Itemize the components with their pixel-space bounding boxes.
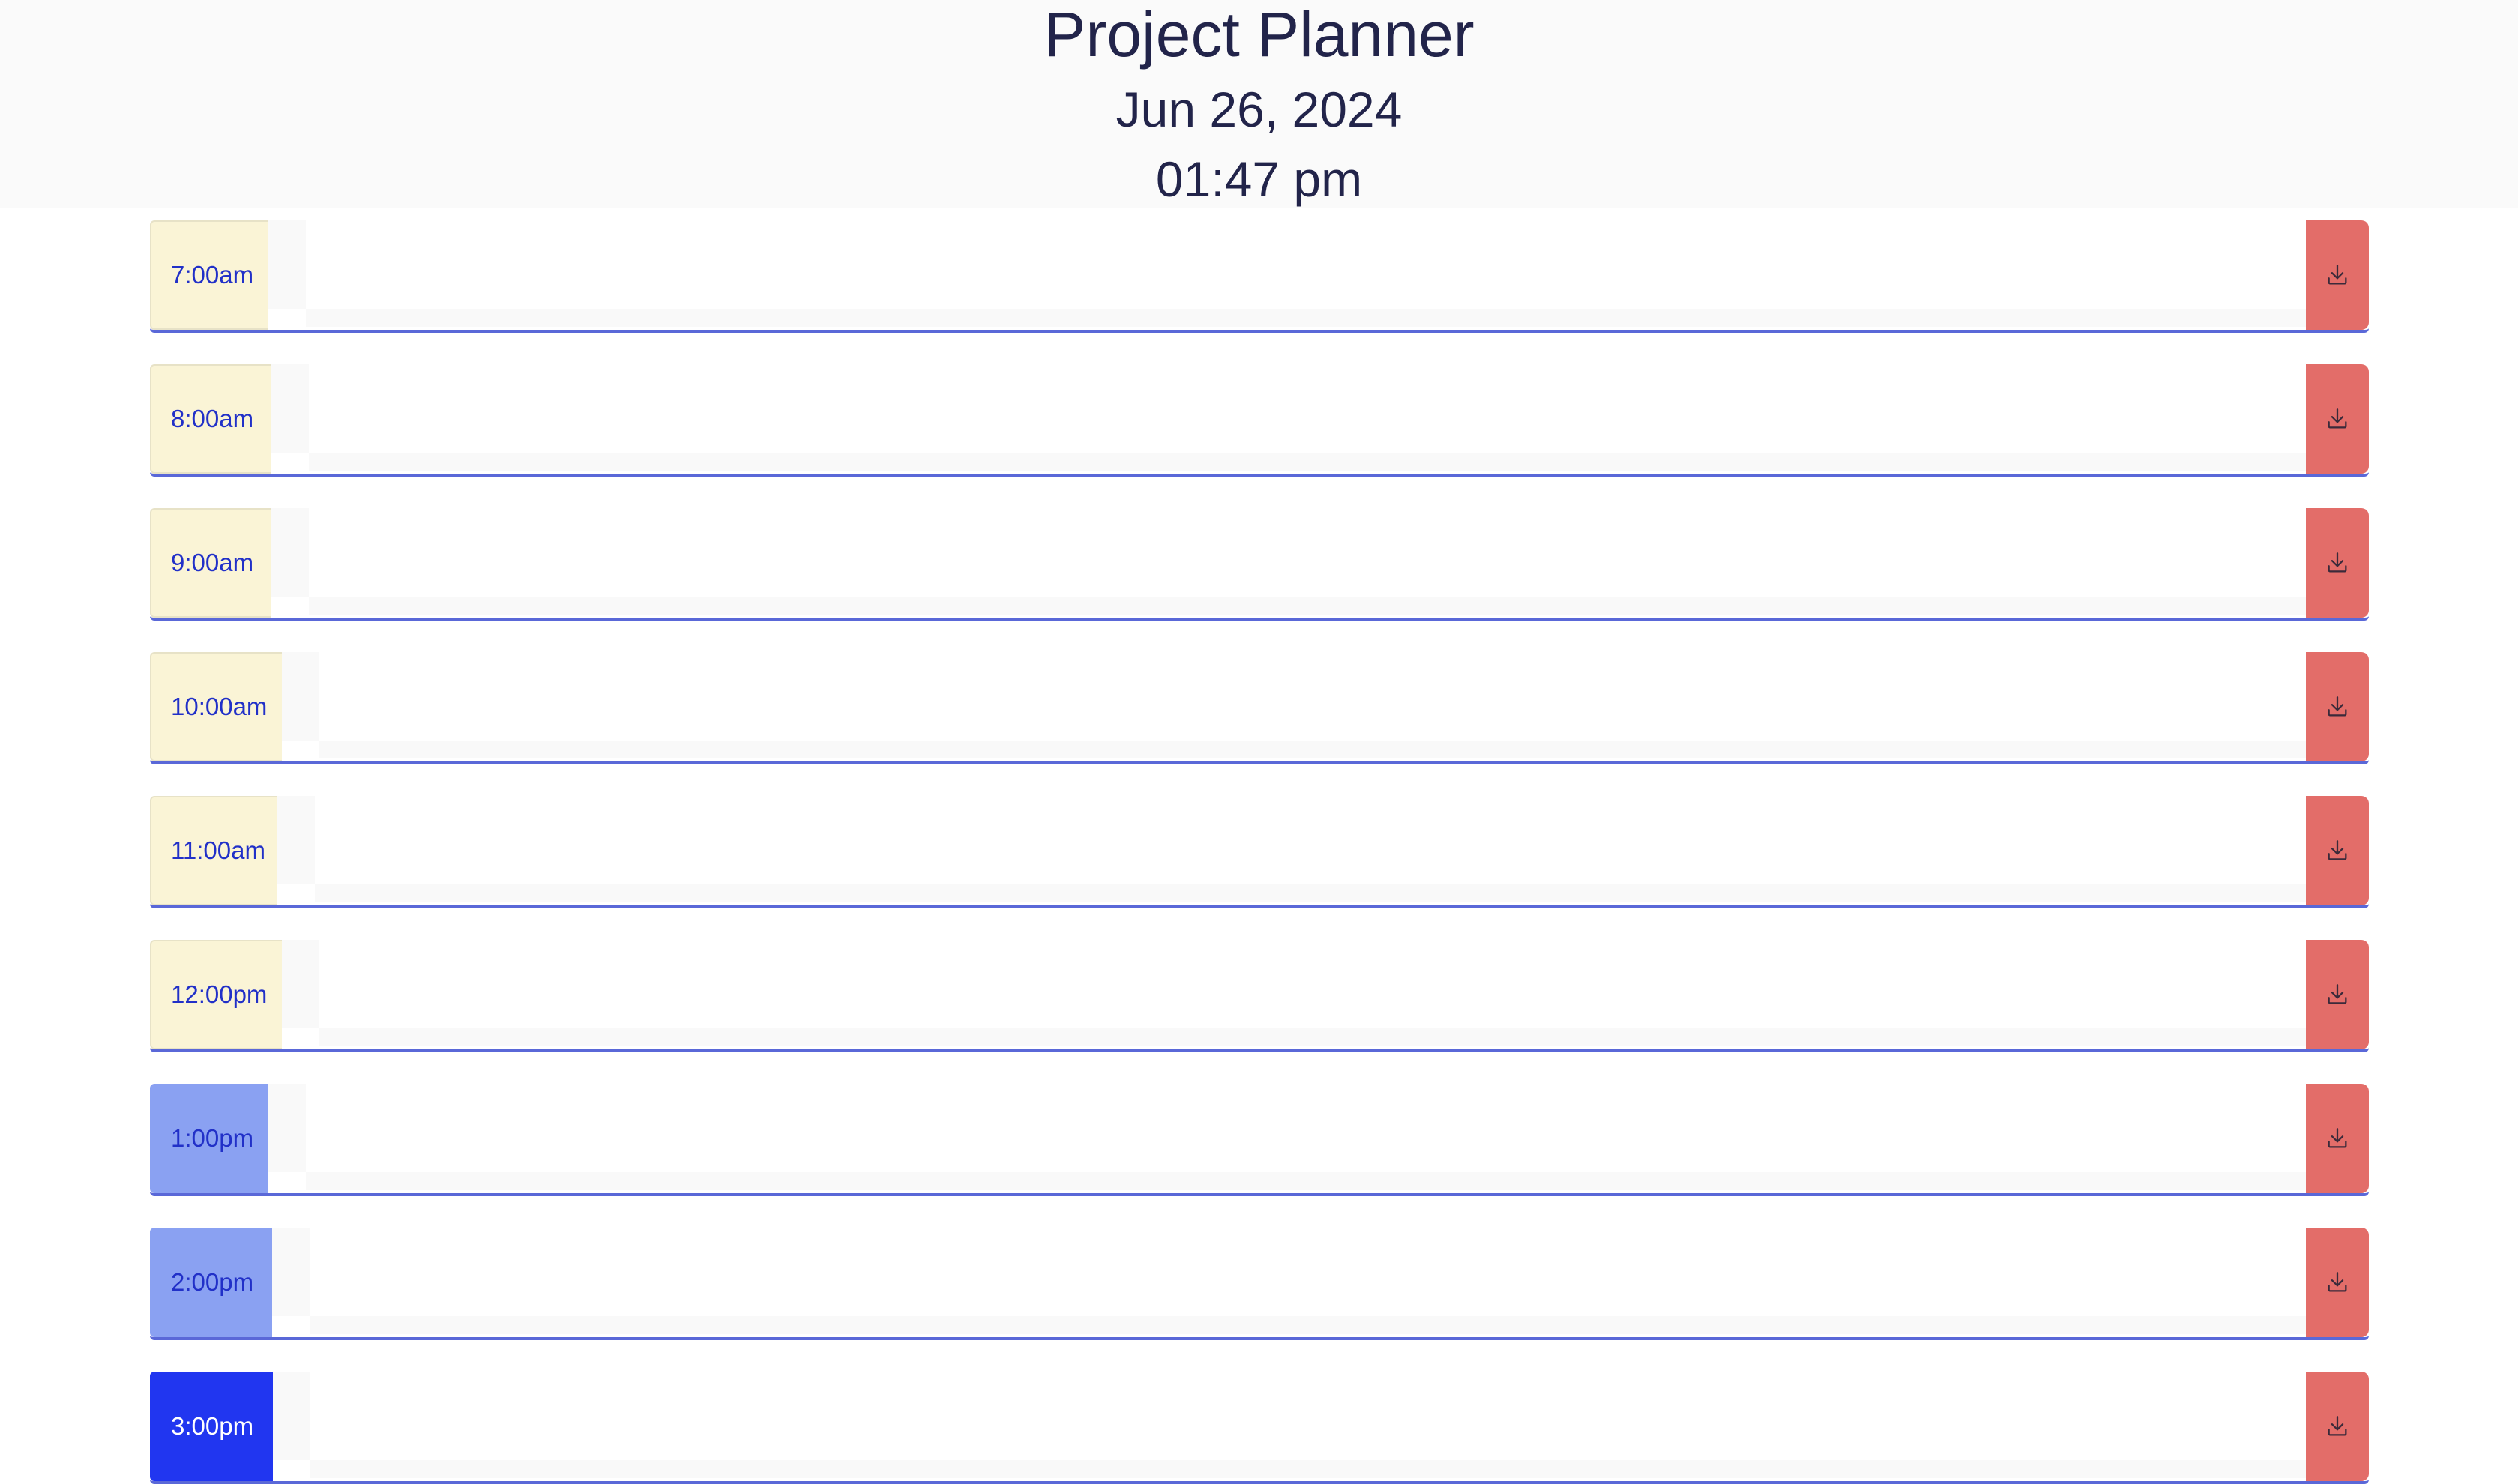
time-block-row: 10:00am (150, 652, 2369, 764)
time-block-row: 11:00am (150, 796, 2369, 908)
task-input-edge (310, 1460, 2306, 1478)
note-shade (272, 1228, 310, 1316)
hour-label: 9:00am (150, 508, 271, 618)
save-download-icon (2328, 408, 2347, 429)
save-button[interactable] (2306, 220, 2369, 330)
task-input-edge (310, 1316, 2306, 1334)
note-shade (268, 220, 306, 309)
save-button[interactable] (2306, 1084, 2369, 1193)
task-input-edge (306, 309, 2306, 327)
hour-label: 1:00pm (150, 1084, 268, 1193)
hour-label: 12:00pm (150, 940, 282, 1049)
save-button[interactable] (2306, 1372, 2369, 1481)
save-download-icon (2328, 265, 2347, 285)
note-shade (268, 1084, 306, 1172)
current-time: 01:47 pm (1155, 151, 1363, 207)
time-block-row: 2:00pm (150, 1228, 2369, 1340)
save-button[interactable] (2306, 796, 2369, 905)
note-shade (271, 364, 309, 453)
save-download-icon (2328, 1416, 2347, 1436)
save-download-icon (2328, 840, 2347, 860)
task-input-edge (309, 597, 2306, 615)
task-input-edge (319, 1028, 2306, 1046)
task-input-edge (306, 1172, 2306, 1190)
hour-label: 8:00am (150, 364, 271, 474)
time-block-row: 1:00pm (150, 1084, 2369, 1196)
current-date: Jun 26, 2024 (1115, 82, 1403, 137)
note-shade (282, 652, 319, 741)
hour-label: 10:00am (150, 652, 282, 761)
save-download-icon (2328, 984, 2347, 1004)
save-button[interactable] (2306, 1228, 2369, 1337)
page-title: Project Planner (1043, 0, 1475, 70)
save-button[interactable] (2306, 652, 2369, 761)
time-block-row: 8:00am (150, 364, 2369, 477)
time-block-list: 7:00am 8:00am 9:00am 10:00am 11:00am 12:… (0, 0, 2518, 1484)
note-shade (282, 940, 319, 1028)
task-input-edge (309, 453, 2306, 471)
save-button[interactable] (2306, 940, 2369, 1049)
hour-label: 3:00pm (150, 1372, 273, 1481)
page-header: Project Planner Jun 26, 2024 01:47 pm (0, 0, 2518, 208)
time-block-row: 7:00am (150, 220, 2369, 333)
save-download-icon (2328, 1272, 2347, 1292)
time-block-row: 3:00pm (150, 1372, 2369, 1484)
hour-label: 11:00am (150, 796, 277, 905)
note-shade (271, 508, 309, 597)
task-input-edge (319, 741, 2306, 758)
note-shade (277, 796, 315, 884)
note-shade (273, 1372, 310, 1460)
save-download-icon (2328, 1128, 2347, 1148)
save-button[interactable] (2306, 508, 2369, 618)
save-download-icon (2328, 552, 2347, 573)
time-block-row: 12:00pm (150, 940, 2369, 1052)
save-button[interactable] (2306, 364, 2369, 474)
save-download-icon (2328, 696, 2347, 717)
hour-label: 2:00pm (150, 1228, 272, 1337)
time-block-row: 9:00am (150, 508, 2369, 621)
task-input-edge (315, 884, 2306, 902)
hour-label: 7:00am (150, 220, 268, 330)
